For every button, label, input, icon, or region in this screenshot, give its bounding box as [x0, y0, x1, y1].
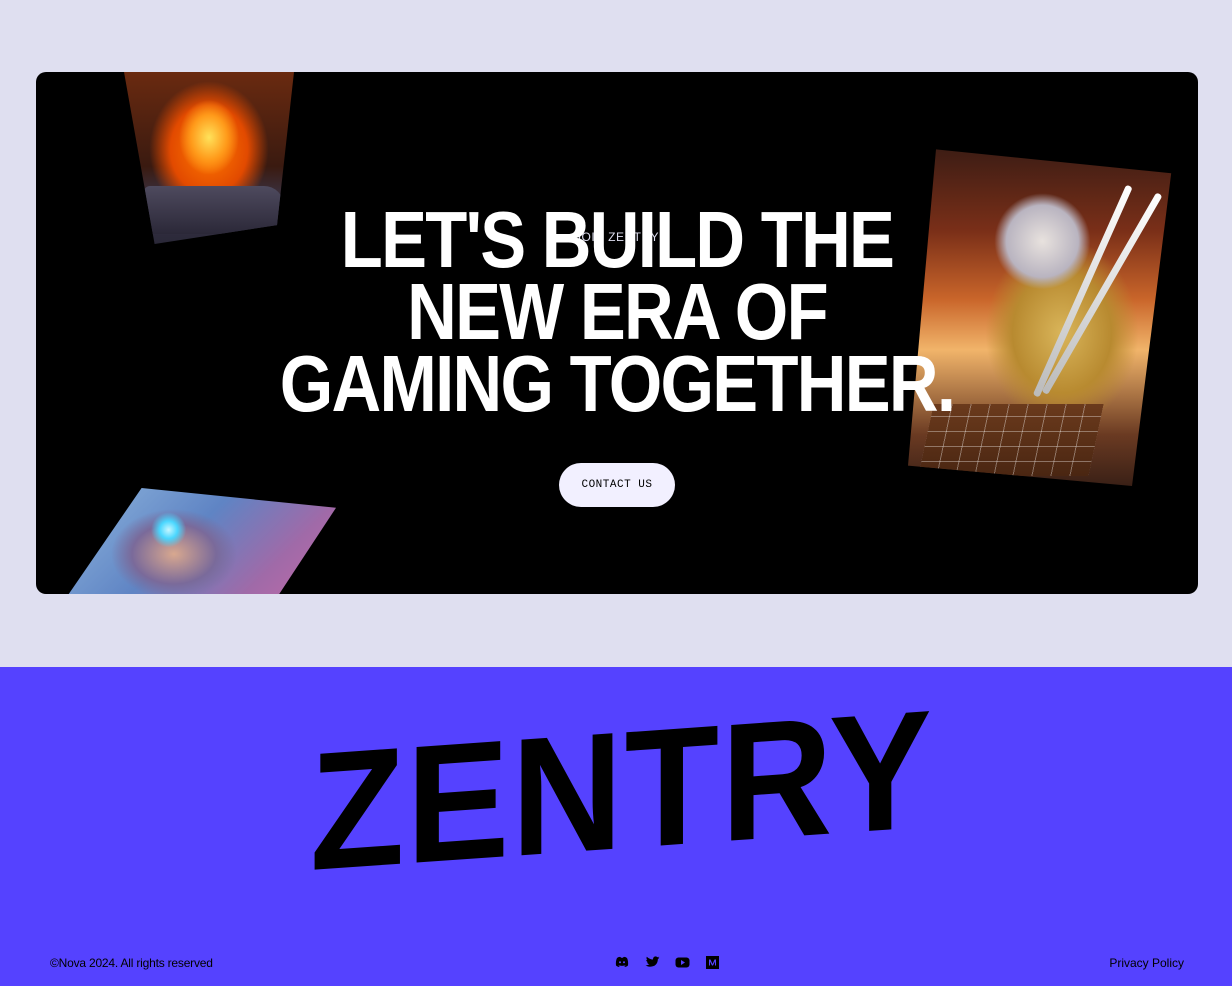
- social-links: [614, 954, 720, 970]
- contact-headline: LET'S BUILD THE NEW ERA OF GAMING TOGETH…: [117, 195, 1116, 428]
- brand-wordmark: ZENTRY: [310, 674, 934, 906]
- contact-section: JOIN ZENTRY LET'S BUILD THE NEW ERA OF G…: [36, 72, 1198, 594]
- copyright-text: ©Nova 2024. All rights reserved: [50, 956, 213, 970]
- discord-icon[interactable]: [614, 954, 630, 970]
- privacy-policy-link[interactable]: Privacy Policy: [1109, 956, 1184, 970]
- headline-line: NEW ERA OF: [407, 267, 829, 356]
- headline-line: LET'S BUILD THE: [340, 195, 895, 284]
- medium-icon[interactable]: [704, 954, 720, 970]
- twitter-icon[interactable]: [644, 954, 660, 970]
- youtube-icon[interactable]: [674, 954, 690, 970]
- headline-line: GAMING TOGETHER.: [279, 339, 956, 428]
- contact-us-button[interactable]: CONTACT US: [559, 463, 675, 507]
- hand-orb-image: [66, 488, 336, 594]
